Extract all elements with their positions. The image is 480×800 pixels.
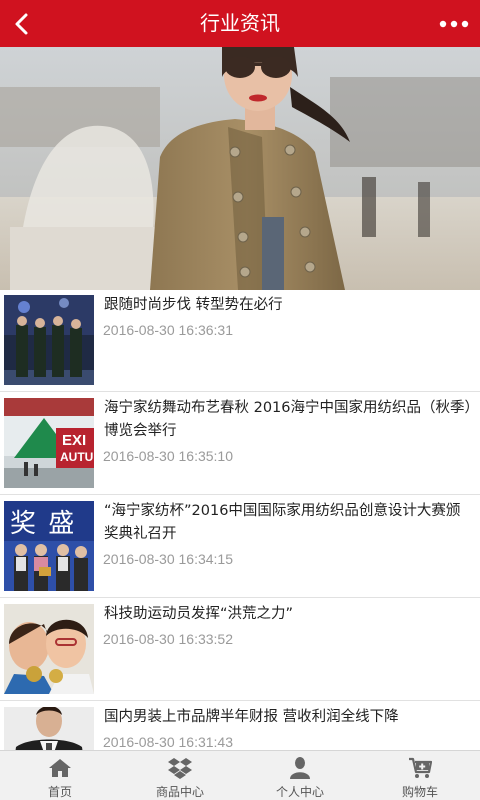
banner-image[interactable] <box>0 47 480 290</box>
news-time: 2016-08-30 16:31:43 <box>103 734 233 750</box>
more-button[interactable] <box>434 4 474 44</box>
tab-profile[interactable]: 个人中心 <box>240 751 360 800</box>
dropbox-icon <box>168 758 192 779</box>
news-thumbnail: 奖 盛 <box>4 501 94 591</box>
news-time: 2016-08-30 16:33:52 <box>103 631 233 647</box>
exhibition-sign-1: EXI <box>62 432 87 449</box>
cart-icon <box>409 757 432 778</box>
news-time: 2016-08-30 16:35:10 <box>103 448 233 464</box>
news-thumbnail <box>4 707 94 750</box>
news-list: 跟随时尚步伐 转型势在必行 2016-08-30 16:36:31 EXI AU… <box>0 290 480 750</box>
news-title: 国内男装上市品牌半年财报 营收利润全线下降 <box>104 709 399 725</box>
news-item[interactable]: EXI AUTU 海宁家纺舞动布艺春秋 2016海宁中国家用纺织品（秋季）博览会… <box>0 393 480 495</box>
news-item[interactable]: 国内男装上市品牌半年财报 营收利润全线下降 2016-08-30 16:31:4… <box>0 702 480 750</box>
tab-label: 首页 <box>47 785 72 799</box>
news-time: 2016-08-30 16:34:15 <box>103 551 233 567</box>
news-title: “海宁家纺杯”2016中国国际家用纺织品创意设计大赛颁奖典礼召开 <box>104 503 461 542</box>
news-title: 跟随时尚步伐 转型势在必行 <box>104 297 283 313</box>
award-banner-text: 奖 盛 <box>10 509 77 539</box>
news-time: 2016-08-30 16:36:31 <box>103 322 233 338</box>
user-icon <box>290 757 310 779</box>
tab-label: 购物车 <box>401 785 438 799</box>
news-item[interactable]: 奖 盛 “海宁家纺杯”2016中国国际家用纺织品创意设计大赛颁奖典礼召开 201… <box>0 496 480 598</box>
page-title: 行业资讯 <box>200 11 280 35</box>
news-item[interactable]: 科技助运动员发挥“洪荒之力” 2016-08-30 16:33:52 <box>0 599 480 701</box>
news-thumbnail <box>4 295 94 385</box>
bottom-tab-bar: 首页 商品中心 个人中心 购物车 <box>0 750 480 800</box>
news-title: 海宁家纺舞动布艺春秋 2016海宁中国家用纺织品（秋季）博览会举行 <box>104 400 472 439</box>
tab-home[interactable]: 首页 <box>0 751 120 800</box>
more-dots-icon <box>439 20 469 28</box>
top-header: 行业资讯 <box>0 0 480 47</box>
news-title: 科技助运动员发挥“洪荒之力” <box>104 606 294 622</box>
tab-cart[interactable]: 购物车 <box>360 751 480 800</box>
home-icon <box>49 759 71 777</box>
news-thumbnail: EXI AUTU <box>4 398 94 488</box>
news-item[interactable]: 跟随时尚步伐 转型势在必行 2016-08-30 16:36:31 <box>0 290 480 392</box>
tab-label: 商品中心 <box>155 785 204 799</box>
tab-label: 个人中心 <box>275 785 324 799</box>
news-thumbnail <box>4 604 94 694</box>
exhibition-sign-2: AUTU <box>60 450 94 464</box>
tab-products[interactable]: 商品中心 <box>120 751 240 800</box>
